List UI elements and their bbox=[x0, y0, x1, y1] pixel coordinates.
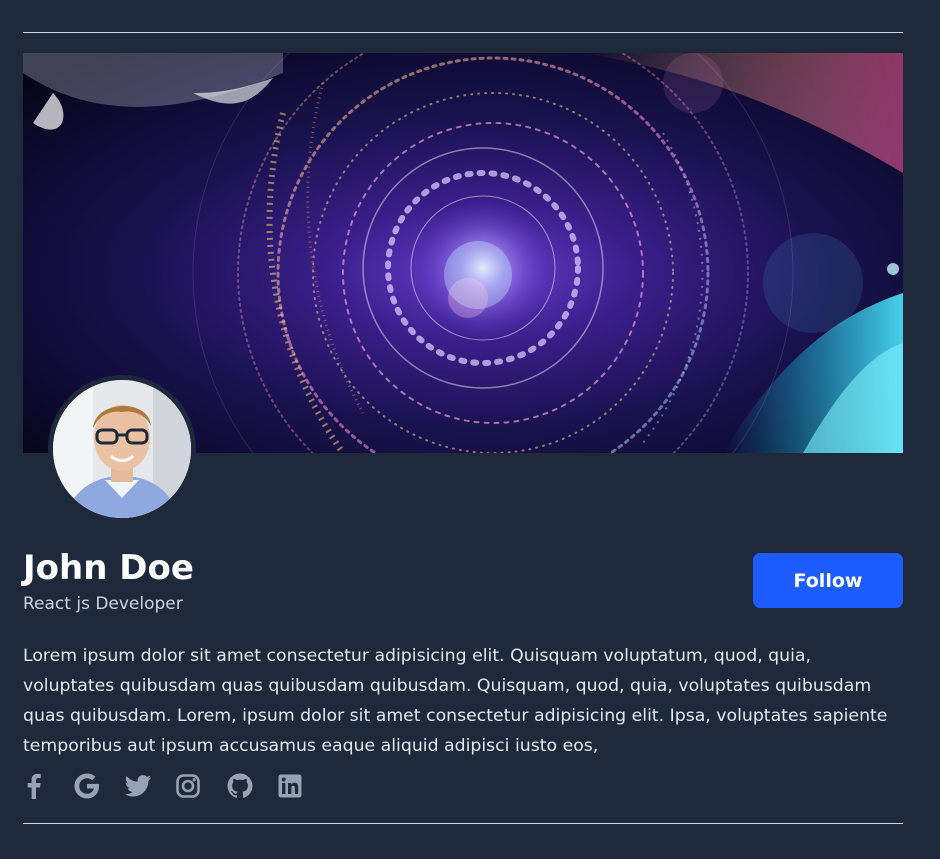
bottom-divider bbox=[23, 823, 903, 824]
google-icon bbox=[74, 773, 100, 799]
social-links bbox=[23, 770, 329, 802]
profile-role: React js Developer bbox=[23, 594, 183, 614]
facebook-link[interactable] bbox=[23, 770, 74, 802]
follow-button[interactable]: Follow bbox=[753, 553, 903, 608]
instagram-icon bbox=[176, 774, 200, 798]
github-link[interactable] bbox=[227, 770, 278, 802]
facebook-icon bbox=[23, 773, 45, 799]
twitter-link[interactable] bbox=[125, 770, 176, 802]
profile-card: John Doe React js Developer Follow Lorem… bbox=[0, 0, 940, 859]
profile-name: John Doe bbox=[23, 548, 194, 588]
avatar[interactable] bbox=[48, 375, 196, 523]
profile-bio: Lorem ipsum dolor sit amet consectetur a… bbox=[23, 646, 888, 756]
top-divider bbox=[23, 32, 903, 33]
linkedin-icon bbox=[278, 774, 302, 798]
github-icon bbox=[227, 773, 253, 799]
twitter-icon bbox=[125, 775, 151, 797]
google-link[interactable] bbox=[74, 770, 125, 802]
instagram-link[interactable] bbox=[176, 770, 227, 802]
linkedin-link[interactable] bbox=[278, 770, 329, 802]
